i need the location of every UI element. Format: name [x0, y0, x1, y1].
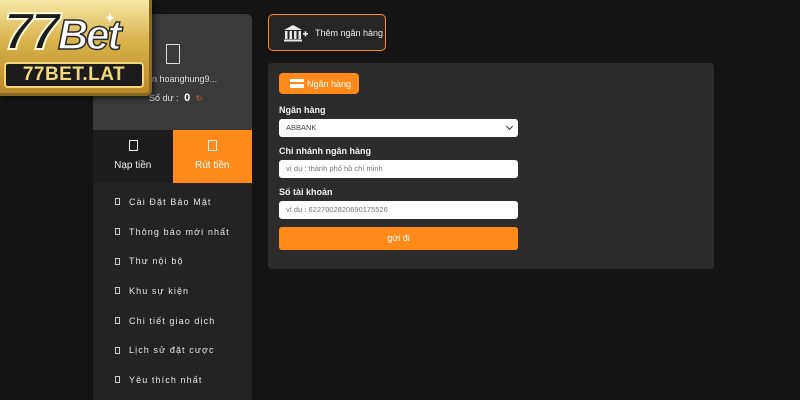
logo-domain: 77BET.LAT — [4, 62, 144, 88]
menu-icon — [115, 198, 120, 206]
add-bank-label: Thêm ngân hàng — [315, 27, 384, 38]
credit-card-icon — [290, 79, 304, 88]
menu-item-security-settings[interactable]: Cài Đặt Bảo Mật — [93, 187, 252, 217]
menu-item-bet-history[interactable]: Lịch sử đặt cược — [93, 335, 252, 365]
menu-item-internal-mail[interactable]: Thư nội bộ — [93, 246, 252, 276]
logo-wordmark: 77Bet — [3, 3, 122, 61]
menu-item-label: Chi tiết giao dịch — [129, 315, 216, 326]
logo-number: 77 — [3, 3, 61, 61]
menu-item-latest-notifications[interactable]: Thông báo mới nhất — [93, 217, 252, 247]
menu-item-label: Thư nội bộ — [129, 256, 184, 267]
menu-icon — [115, 257, 120, 265]
add-bank-button[interactable]: Thêm ngân hàng — [268, 14, 386, 51]
menu-icon — [115, 287, 120, 295]
branch-field-label: Chi nhánh ngân hàng — [279, 146, 371, 156]
account-number-input[interactable] — [279, 201, 518, 219]
deposit-icon — [128, 140, 138, 151]
menu-item-label: Thông báo mới nhất — [129, 226, 230, 237]
balance-value: 0 — [184, 92, 191, 104]
menu-item-label: Cài Đặt Bảo Mật — [129, 196, 212, 207]
bank-select-value: ABBANK — [286, 123, 317, 132]
withdraw-button[interactable]: Rút tiền — [172, 130, 252, 183]
tab-bank-label: Ngân hàng — [307, 78, 352, 89]
brand-logo[interactable]: 77Bet ✦ 77BET.LAT — [0, 0, 152, 96]
deposit-label: Nạp tiền — [114, 160, 152, 171]
bank-form-panel: Ngân hàng Ngân hàng ABBANK Chi nhánh ngâ… — [268, 63, 714, 269]
tab-bank[interactable]: Ngân hàng — [279, 73, 359, 94]
star-icon: ✦ — [104, 10, 116, 26]
submit-button[interactable]: gửi đi — [279, 227, 518, 250]
menu-item-label: Lịch sử đặt cược — [129, 345, 215, 356]
deposit-button[interactable]: Nạp tiền — [93, 130, 173, 183]
sidebar-menu: Cài Đặt Bảo Mật Thông báo mới nhất Thư n… — [93, 183, 252, 395]
menu-item-favorites[interactable]: Yêu thích nhất — [93, 365, 252, 395]
menu-item-label: Yêu thích nhất — [129, 374, 203, 385]
branch-input[interactable] — [279, 160, 518, 178]
avatar-icon — [166, 44, 180, 64]
menu-icon — [115, 376, 120, 384]
withdraw-icon — [208, 140, 218, 151]
chevron-down-icon — [505, 122, 514, 131]
bank-plus-icon — [284, 24, 308, 41]
withdraw-label: Rút tiền — [195, 160, 230, 171]
wallet-actions: Nạp tiền Rút tiền — [93, 130, 252, 183]
balance-label: Số dư : — [149, 93, 179, 103]
menu-icon — [115, 317, 120, 325]
balance-row: Số dư : 0 ↻ — [149, 92, 202, 104]
menu-item-events[interactable]: Khu sự kiện — [93, 276, 252, 306]
account-field-label: Số tài khoản — [279, 187, 333, 197]
bank-select[interactable]: ABBANK — [279, 119, 518, 137]
menu-item-transaction-details[interactable]: Chi tiết giao dịch — [93, 306, 252, 336]
username: ản hoanghung9... — [147, 74, 218, 84]
menu-icon — [115, 346, 120, 354]
menu-item-label: Khu sự kiện — [129, 285, 190, 296]
menu-icon — [115, 228, 120, 236]
bank-field-label: Ngân hàng — [279, 105, 326, 115]
refresh-icon[interactable]: ↻ — [196, 94, 203, 103]
